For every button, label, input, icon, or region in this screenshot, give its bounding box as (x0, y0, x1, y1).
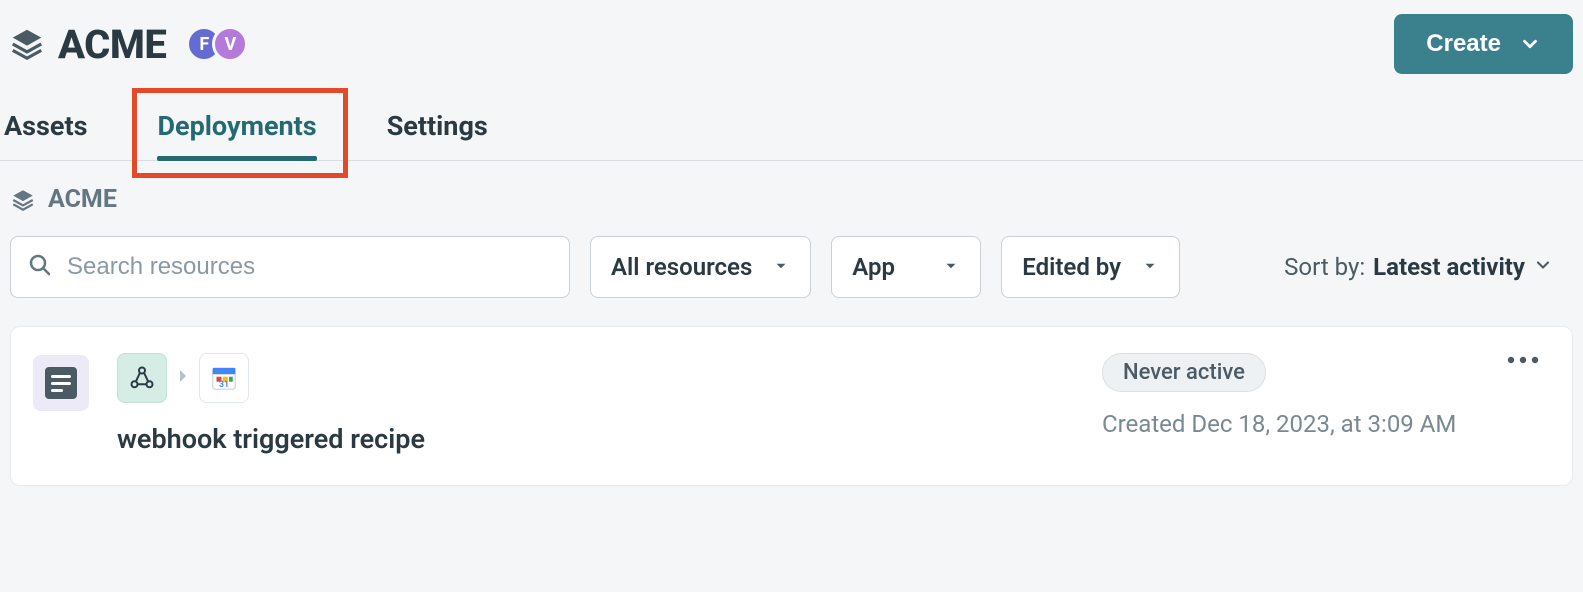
filter-app[interactable]: App (831, 236, 981, 298)
filter-all-resources-label: All resources (611, 253, 752, 281)
svg-text:31: 31 (219, 380, 229, 390)
google-calendar-icon: 31 (199, 353, 249, 403)
breadcrumb-label[interactable]: ACME (48, 185, 117, 214)
tab-deployments[interactable]: Deployments (157, 88, 316, 160)
filter-edited-by[interactable]: Edited by (1001, 236, 1180, 298)
caret-down-icon (1141, 253, 1159, 281)
brand-text: ACME (58, 21, 166, 68)
avatar-v[interactable]: V (212, 26, 248, 62)
arrow-right-icon (177, 368, 189, 388)
sort-by-value: Latest activity (1373, 253, 1525, 281)
resource-card[interactable]: 31 webhook triggered recipe Never active… (10, 326, 1573, 486)
chevron-down-icon (1533, 253, 1553, 281)
sort-by[interactable]: Sort by: Latest activity (1284, 253, 1573, 281)
filter-edited-by-label: Edited by (1022, 253, 1121, 281)
avatars: F V (186, 26, 248, 62)
create-button[interactable]: Create (1394, 14, 1573, 74)
status-badge: Never active (1102, 353, 1266, 392)
breadcrumb: ACME (0, 161, 1583, 228)
webhook-icon (117, 353, 167, 403)
filters-row: All resources App Edited by Sort by: Lat… (0, 228, 1583, 314)
layers-icon (10, 187, 36, 213)
create-button-label: Create (1426, 30, 1501, 58)
created-timestamp: Created Dec 18, 2023, at 3:09 AM (1102, 410, 1456, 438)
more-options-button[interactable] (1500, 349, 1546, 371)
brand-cluster: ACME F V (8, 21, 248, 68)
resource-title: webhook triggered recipe (117, 423, 1074, 455)
recipe-type-icon (33, 355, 89, 411)
search-wrap (10, 236, 570, 298)
document-icon (45, 367, 77, 399)
caret-down-icon (942, 253, 960, 281)
tab-settings[interactable]: Settings (387, 88, 488, 160)
layers-icon (8, 25, 46, 63)
search-input[interactable] (10, 236, 570, 298)
brand-name[interactable]: ACME (8, 21, 166, 68)
card-right: Never active Created Dec 18, 2023, at 3:… (1102, 353, 1542, 438)
filter-all-resources[interactable]: All resources (590, 236, 811, 298)
header: ACME F V Create (0, 0, 1583, 88)
tab-assets[interactable]: Assets (4, 88, 87, 160)
chevron-down-icon (1519, 33, 1541, 55)
caret-down-icon (772, 253, 790, 281)
card-main: 31 webhook triggered recipe (117, 353, 1074, 455)
filter-app-label: App (852, 253, 895, 281)
sort-by-label: Sort by: (1284, 253, 1365, 281)
more-horizontal-icon (1506, 355, 1540, 365)
service-icons: 31 (117, 353, 1074, 403)
tabs: Assets Deployments Settings (0, 88, 1583, 161)
search-icon (28, 253, 52, 281)
